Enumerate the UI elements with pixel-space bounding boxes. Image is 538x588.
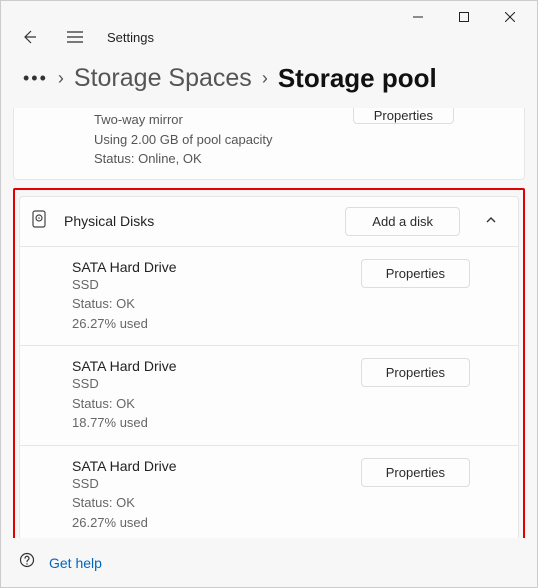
disk-row: SATA Hard Drive SSD Status: OK 26.27% us… [19,247,519,347]
disk-name: SATA Hard Drive [72,259,351,275]
disk-used: 26.27% used [72,314,351,334]
disk-icon [28,210,50,233]
disk-status: Status: OK [72,493,351,513]
breadcrumb: ••• › Storage Spaces › Storage pool [1,59,537,108]
properties-button[interactable]: Properties [361,358,470,387]
top-toolbar: Settings [1,23,537,59]
disk-type: SSD [72,374,351,394]
chevron-right-icon: › [262,68,268,89]
breadcrumb-more-icon[interactable]: ••• [23,68,48,89]
app-title: Settings [107,30,154,45]
disk-name: SATA Hard Drive [72,358,351,374]
menu-button[interactable] [61,23,89,51]
physical-disks-title: Physical Disks [64,213,331,229]
footer: Get help [1,538,537,587]
chevron-right-icon: › [58,68,64,89]
disk-type: SSD [72,275,351,295]
disk-type: SSD [72,474,351,494]
disk-row: SATA Hard Drive SSD Status: OK 18.77% us… [19,346,519,446]
disk-used: 26.27% used [72,513,351,533]
disk-used: 18.77% used [72,413,351,433]
disk-status: Status: OK [72,294,351,314]
breadcrumb-parent[interactable]: Storage Spaces [74,64,252,93]
help-icon [19,552,35,573]
settings-window: Settings ••• › Storage Spaces › Storage … [0,0,538,588]
properties-button[interactable]: Properties [361,458,470,487]
content-area: Properties Two-way mirror Using 2.00 GB … [1,108,537,538]
breadcrumb-current: Storage pool [278,63,437,94]
properties-button[interactable]: Properties [361,259,470,288]
physical-disks-header[interactable]: Physical Disks Add a disk [19,196,519,247]
disk-row: SATA Hard Drive SSD Status: OK 26.27% us… [19,446,519,539]
storage-space-card-partial: Properties Two-way mirror Using 2.00 GB … [13,108,525,180]
chevron-up-icon[interactable] [474,213,508,229]
back-button[interactable] [15,23,43,51]
get-help-link[interactable]: Get help [49,555,102,571]
disk-name: SATA Hard Drive [72,458,351,474]
properties-button[interactable]: Properties [353,108,454,124]
add-disk-button[interactable]: Add a disk [345,207,460,236]
space-status: Status: Online, OK [94,149,510,169]
space-capacity: Using 2.00 GB of pool capacity [94,130,510,150]
physical-disks-section: Physical Disks Add a disk SATA Hard Driv… [13,188,525,539]
disk-status: Status: OK [72,394,351,414]
